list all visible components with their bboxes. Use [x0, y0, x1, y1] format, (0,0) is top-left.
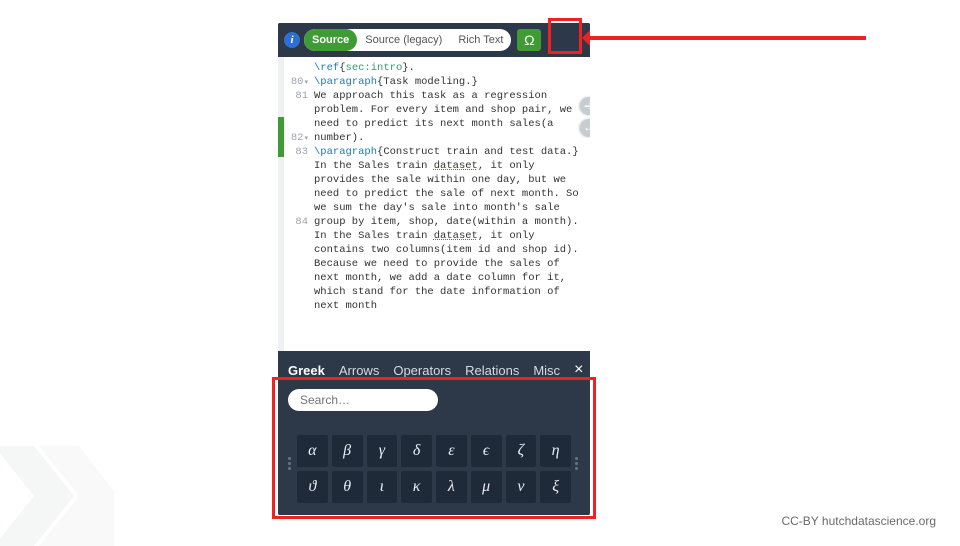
insert-symbol-button[interactable]: Ω — [517, 29, 541, 51]
toolbar: i Source Source (legacy) Rich Text Ω — [278, 23, 590, 57]
tab-relations[interactable]: Relations — [465, 363, 519, 378]
symbol-ζ[interactable]: ζ — [506, 435, 537, 467]
code-line[interactable]: \paragraph{Task modeling.} — [314, 75, 584, 89]
symbol-μ[interactable]: μ — [471, 471, 502, 503]
symbol-θ[interactable]: θ — [332, 471, 363, 503]
symbol-η[interactable]: η — [540, 435, 571, 467]
close-icon[interactable]: × — [574, 361, 583, 379]
info-icon[interactable]: i — [284, 32, 300, 48]
annotation-arrow — [586, 36, 866, 40]
symbol-ν[interactable]: ν — [506, 471, 537, 503]
tab-source[interactable]: Source — [304, 29, 357, 51]
tab-source-legacy[interactable]: Source (legacy) — [357, 29, 450, 51]
code-line[interactable]: In the Sales train dataset, it only cont… — [314, 229, 584, 313]
symbol-κ[interactable]: κ — [401, 471, 432, 503]
code-content[interactable]: \ref{sec:intro}.\paragraph{Task modeling… — [312, 57, 590, 351]
symbol-ι[interactable]: ι — [367, 471, 398, 503]
symbol-ξ[interactable]: ξ — [540, 471, 571, 503]
symbol-γ[interactable]: γ — [367, 435, 398, 467]
drag-handle-icon[interactable] — [575, 457, 580, 470]
view-mode-tabs: Source Source (legacy) Rich Text — [304, 29, 511, 51]
line-numbers: 80▾8182▾8384 — [284, 57, 312, 351]
symbol-grid: αβγδεϵζη ϑθικλμνξ — [297, 435, 571, 503]
code-editor[interactable]: 80▾8182▾8384 \ref{sec:intro}.\paragraph{… — [278, 57, 590, 351]
symbol-δ[interactable]: δ — [401, 435, 432, 467]
symbol-ε[interactable]: ε — [436, 435, 467, 467]
symbol-β[interactable]: β — [332, 435, 363, 467]
drag-handle-icon[interactable] — [288, 457, 293, 470]
code-line[interactable]: We approach this task as a regression pr… — [314, 89, 584, 145]
tab-arrows[interactable]: Arrows — [339, 363, 379, 378]
decorative-chevron — [0, 446, 114, 546]
tab-operators[interactable]: Operators — [393, 363, 451, 378]
tab-misc[interactable]: Misc — [533, 363, 560, 378]
symbol-palette: Greek Arrows Operators Relations Misc × … — [278, 351, 590, 515]
symbol-ϑ[interactable]: ϑ — [297, 471, 328, 503]
code-line[interactable]: \paragraph{Construct train and test data… — [314, 145, 584, 159]
credit-text: CC-BY hutchdatascience.org — [781, 514, 936, 528]
editor-app: i Source Source (legacy) Rich Text Ω 80▾… — [278, 23, 590, 515]
tab-greek[interactable]: Greek — [288, 363, 325, 378]
symbol-λ[interactable]: λ — [436, 471, 467, 503]
symbol-category-tabs: Greek Arrows Operators Relations Misc × — [288, 361, 580, 379]
code-line[interactable]: \ref{sec:intro}. — [314, 61, 584, 75]
symbol-search-input[interactable] — [288, 389, 438, 411]
code-line[interactable]: In the Sales train dataset, it only prov… — [314, 159, 584, 229]
symbol-α[interactable]: α — [297, 435, 328, 467]
symbol-ϵ[interactable]: ϵ — [471, 435, 502, 467]
tab-rich-text[interactable]: Rich Text — [450, 29, 511, 51]
